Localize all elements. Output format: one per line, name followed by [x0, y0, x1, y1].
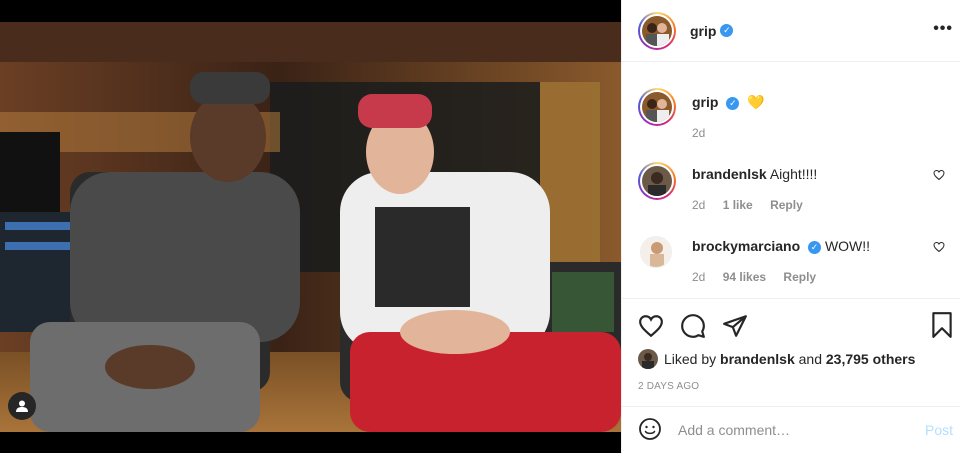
user-tag-icon [16, 400, 28, 412]
likes-summary: Liked by brandenlsk and 23,795 others [638, 349, 915, 369]
comment-text: WOW!! [824, 238, 871, 254]
comment-username[interactable]: brandenlsk [692, 166, 767, 182]
bookmark-icon[interactable] [929, 311, 955, 342]
comment-username[interactable]: brockymarciano [692, 238, 800, 254]
comment-likes[interactable]: 1 like [723, 198, 753, 212]
comment-input[interactable]: Add a comment… [678, 422, 925, 438]
post-photo[interactable] [0, 22, 621, 432]
comment-time[interactable]: 2d [692, 270, 705, 284]
comment-item: brockymarciano ✓ WOW!! 2d 94 likes Reply [622, 218, 960, 290]
post-photo-container [0, 0, 621, 453]
post-date[interactable]: 2 DAYS AGO [638, 381, 699, 392]
comment-icon[interactable] [680, 313, 706, 342]
commenter-avatar[interactable] [640, 236, 672, 268]
verified-badge-icon: ✓ [808, 240, 822, 254]
comments-list: grip ✓ 💛 2d brandenlsk Aight!!!! 2d 1 li… [622, 72, 960, 290]
reply-button[interactable]: Reply [770, 198, 803, 212]
caption: grip ✓ 💛 2d [622, 72, 960, 144]
more-options-icon[interactable]: ••• [933, 20, 953, 38]
comment-heart-icon[interactable] [933, 240, 945, 256]
caption-text: 💛 [747, 94, 765, 110]
emoji-icon[interactable] [638, 417, 662, 444]
caption-time[interactable]: 2d [692, 126, 705, 140]
commenter-avatar[interactable] [638, 162, 676, 200]
reply-button[interactable]: Reply [783, 270, 816, 284]
comment-text: Aight!!!! [769, 166, 818, 182]
comment-time[interactable]: 2d [692, 198, 705, 212]
user-tag-button[interactable] [8, 392, 36, 420]
liker-avatar[interactable] [638, 349, 658, 369]
post-comment-button[interactable]: Post [925, 422, 953, 438]
photo-letterbox-bottom [0, 432, 621, 453]
verified-badge-icon: ✓ [720, 24, 734, 37]
photo-letterbox-top [0, 0, 621, 22]
likes-middle: and [798, 351, 822, 367]
verified-badge-icon: ✓ [726, 96, 740, 110]
post-actions: Liked by brandenlsk and 23,795 others 2 … [622, 298, 960, 406]
author-username[interactable]: grip [690, 23, 716, 39]
add-comment-bar: Add a comment… Post [622, 406, 960, 453]
post-header: grip ✓ ••• [622, 0, 960, 62]
post-side-panel: grip ✓ ••• grip ✓ 💛 2d brandenlsk Aight!… [621, 0, 960, 453]
liker-username[interactable]: brandenlsk [720, 351, 795, 367]
comment-likes[interactable]: 94 likes [723, 270, 766, 284]
likes-others[interactable]: 23,795 others [826, 351, 916, 367]
comment-item: brandenlsk Aight!!!! 2d 1 like Reply [622, 146, 960, 218]
caption-author-avatar[interactable] [638, 88, 676, 126]
heart-icon[interactable] [638, 313, 664, 342]
caption-username[interactable]: grip [692, 94, 718, 110]
likes-prefix: Liked by [664, 351, 717, 367]
author-avatar[interactable] [638, 11, 676, 50]
comment-heart-icon[interactable] [933, 168, 945, 184]
share-icon[interactable] [722, 313, 748, 342]
